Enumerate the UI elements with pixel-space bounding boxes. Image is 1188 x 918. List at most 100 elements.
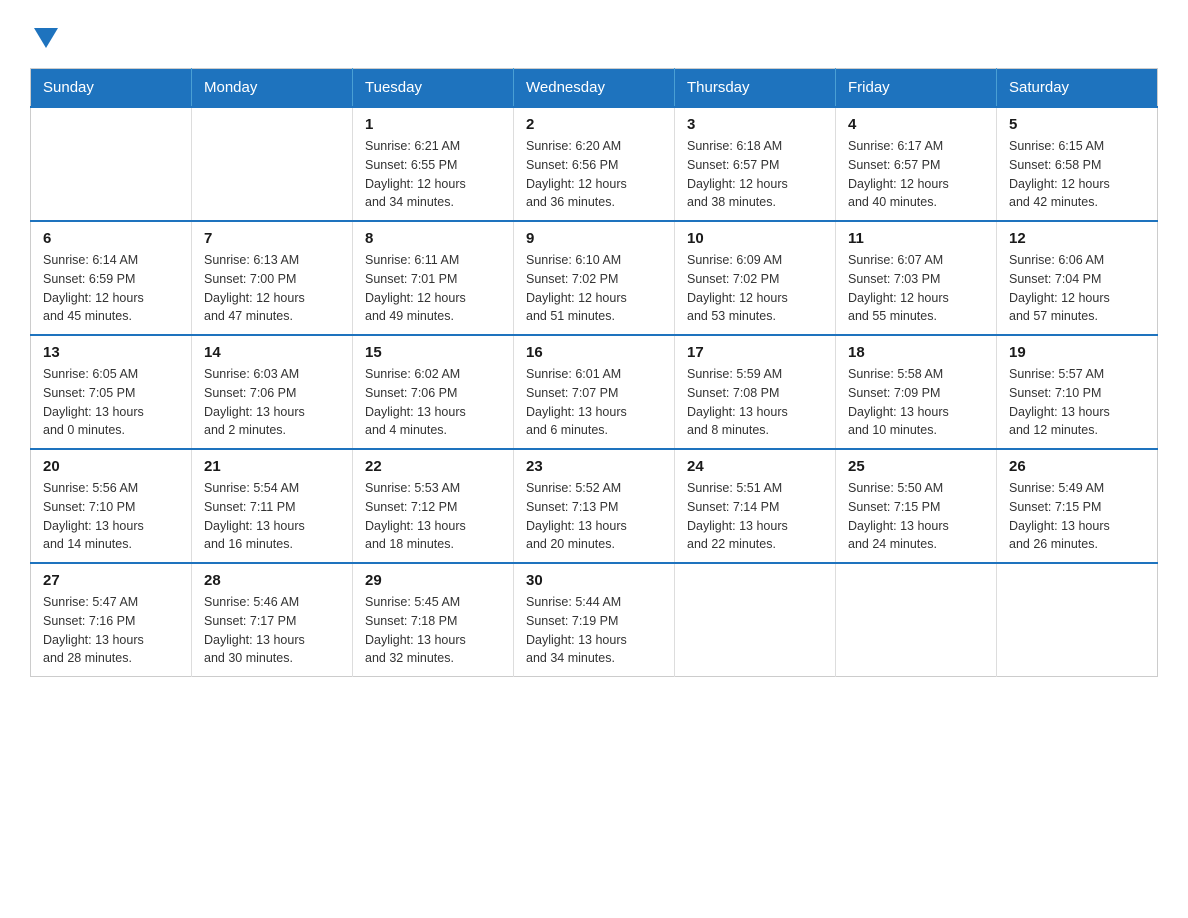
calendar-cell: 14 Sunrise: 6:03 AM Sunset: 7:06 PM Dayli…: [192, 335, 353, 449]
calendar-header-row: SundayMondayTuesdayWednesdayThursdayFrid…: [31, 69, 1158, 108]
calendar-cell: 4 Sunrise: 6:17 AM Sunset: 6:57 PM Daylig…: [836, 107, 997, 221]
calendar-week-row: 13 Sunrise: 6:05 AM Sunset: 7:05 PM Dayli…: [31, 335, 1158, 449]
calendar-cell: 17 Sunrise: 5:59 AM Sunset: 7:08 PM Dayli…: [675, 335, 836, 449]
day-number: 4: [848, 116, 984, 133]
calendar-cell: 7 Sunrise: 6:13 AM Sunset: 7:00 PM Daylig…: [192, 221, 353, 335]
day-number: 2: [526, 116, 662, 133]
calendar-cell: [31, 107, 192, 221]
day-number: 13: [43, 344, 179, 361]
day-info: Sunrise: 6:02 AM Sunset: 7:06 PM Dayligh…: [365, 365, 501, 440]
day-number: 8: [365, 230, 501, 247]
calendar-day-header: Saturday: [997, 69, 1158, 108]
day-info: Sunrise: 6:17 AM Sunset: 6:57 PM Dayligh…: [848, 137, 984, 212]
calendar-cell: 13 Sunrise: 6:05 AM Sunset: 7:05 PM Dayli…: [31, 335, 192, 449]
calendar-table: SundayMondayTuesdayWednesdayThursdayFrid…: [30, 68, 1158, 677]
calendar-cell: 6 Sunrise: 6:14 AM Sunset: 6:59 PM Daylig…: [31, 221, 192, 335]
calendar-cell: [997, 563, 1158, 677]
calendar-cell: 10 Sunrise: 6:09 AM Sunset: 7:02 PM Dayli…: [675, 221, 836, 335]
day-info: Sunrise: 6:18 AM Sunset: 6:57 PM Dayligh…: [687, 137, 823, 212]
calendar-week-row: 6 Sunrise: 6:14 AM Sunset: 6:59 PM Daylig…: [31, 221, 1158, 335]
day-number: 5: [1009, 116, 1145, 133]
day-number: 30: [526, 572, 662, 589]
day-number: 14: [204, 344, 340, 361]
day-number: 23: [526, 458, 662, 475]
calendar-cell: 23 Sunrise: 5:52 AM Sunset: 7:13 PM Dayli…: [514, 449, 675, 563]
calendar-day-header: Wednesday: [514, 69, 675, 108]
calendar-cell: 21Sunrise: 5:54 AM Sunset: 7:11 PM Dayli…: [192, 449, 353, 563]
day-number: 18: [848, 344, 984, 361]
calendar-body: 1 Sunrise: 6:21 AM Sunset: 6:55 PM Daylig…: [31, 107, 1158, 677]
page-header: [30, 20, 1158, 48]
day-info: Sunrise: 5:49 AM Sunset: 7:15 PM Dayligh…: [1009, 479, 1145, 554]
day-info: Sunrise: 6:01 AM Sunset: 7:07 PM Dayligh…: [526, 365, 662, 440]
day-info: Sunrise: 5:51 AM Sunset: 7:14 PM Dayligh…: [687, 479, 823, 554]
day-info: Sunrise: 6:14 AM Sunset: 6:59 PM Dayligh…: [43, 251, 179, 326]
calendar-cell: 30 Sunrise: 5:44 AM Sunset: 7:19 PM Dayli…: [514, 563, 675, 677]
day-number: 28: [204, 572, 340, 589]
day-number: 11: [848, 230, 984, 247]
calendar-cell: 2 Sunrise: 6:20 AM Sunset: 6:56 PM Daylig…: [514, 107, 675, 221]
calendar-cell: 27 Sunrise: 5:47 AM Sunset: 7:16 PM Dayli…: [31, 563, 192, 677]
day-number: 7: [204, 230, 340, 247]
calendar-cell: 25 Sunrise: 5:50 AM Sunset: 7:15 PM Dayli…: [836, 449, 997, 563]
day-number: 24: [687, 458, 823, 475]
calendar-week-row: 27 Sunrise: 5:47 AM Sunset: 7:16 PM Dayli…: [31, 563, 1158, 677]
calendar-day-header: Monday: [192, 69, 353, 108]
calendar-cell: [675, 563, 836, 677]
day-number: 20: [43, 458, 179, 475]
day-info: Sunrise: 5:47 AM Sunset: 7:16 PM Dayligh…: [43, 593, 179, 668]
day-info: Sunrise: 6:06 AM Sunset: 7:04 PM Dayligh…: [1009, 251, 1145, 326]
day-info: Sunrise: 5:46 AM Sunset: 7:17 PM Dayligh…: [204, 593, 340, 668]
day-number: 3: [687, 116, 823, 133]
day-info: Sunrise: 5:56 AM Sunset: 7:10 PM Dayligh…: [43, 479, 179, 554]
day-info: Sunrise: 5:52 AM Sunset: 7:13 PM Dayligh…: [526, 479, 662, 554]
calendar-week-row: 20 Sunrise: 5:56 AM Sunset: 7:10 PM Dayli…: [31, 449, 1158, 563]
logo-triangle-icon: [34, 28, 58, 48]
day-number: 16: [526, 344, 662, 361]
calendar-day-header: Sunday: [31, 69, 192, 108]
day-number: 1: [365, 116, 501, 133]
day-info: Sunrise: 6:11 AM Sunset: 7:01 PM Dayligh…: [365, 251, 501, 326]
calendar-cell: 5 Sunrise: 6:15 AM Sunset: 6:58 PM Daylig…: [997, 107, 1158, 221]
calendar-cell: 29Sunrise: 5:45 AM Sunset: 7:18 PM Dayli…: [353, 563, 514, 677]
calendar-day-header: Friday: [836, 69, 997, 108]
day-number: 17: [687, 344, 823, 361]
day-info: Sunrise: 6:09 AM Sunset: 7:02 PM Dayligh…: [687, 251, 823, 326]
day-info: Sunrise: 6:03 AM Sunset: 7:06 PM Dayligh…: [204, 365, 340, 440]
day-number: 10: [687, 230, 823, 247]
day-number: 9: [526, 230, 662, 247]
calendar-cell: 12Sunrise: 6:06 AM Sunset: 7:04 PM Dayli…: [997, 221, 1158, 335]
day-number: 22: [365, 458, 501, 475]
day-info: Sunrise: 6:10 AM Sunset: 7:02 PM Dayligh…: [526, 251, 662, 326]
calendar-cell: 24 Sunrise: 5:51 AM Sunset: 7:14 PM Dayli…: [675, 449, 836, 563]
day-info: Sunrise: 5:53 AM Sunset: 7:12 PM Dayligh…: [365, 479, 501, 554]
calendar-cell: 1 Sunrise: 6:21 AM Sunset: 6:55 PM Daylig…: [353, 107, 514, 221]
day-number: 27: [43, 572, 179, 589]
day-info: Sunrise: 5:58 AM Sunset: 7:09 PM Dayligh…: [848, 365, 984, 440]
day-info: Sunrise: 5:50 AM Sunset: 7:15 PM Dayligh…: [848, 479, 984, 554]
day-info: Sunrise: 5:57 AM Sunset: 7:10 PM Dayligh…: [1009, 365, 1145, 440]
calendar-cell: 26 Sunrise: 5:49 AM Sunset: 7:15 PM Dayli…: [997, 449, 1158, 563]
calendar-day-header: Thursday: [675, 69, 836, 108]
calendar-cell: 22 Sunrise: 5:53 AM Sunset: 7:12 PM Dayli…: [353, 449, 514, 563]
day-number: 6: [43, 230, 179, 247]
calendar-header: SundayMondayTuesdayWednesdayThursdayFrid…: [31, 69, 1158, 108]
day-info: Sunrise: 5:59 AM Sunset: 7:08 PM Dayligh…: [687, 365, 823, 440]
day-number: 19: [1009, 344, 1145, 361]
day-info: Sunrise: 6:05 AM Sunset: 7:05 PM Dayligh…: [43, 365, 179, 440]
day-number: 15: [365, 344, 501, 361]
day-info: Sunrise: 6:15 AM Sunset: 6:58 PM Dayligh…: [1009, 137, 1145, 212]
calendar-day-header: Tuesday: [353, 69, 514, 108]
day-number: 25: [848, 458, 984, 475]
day-number: 29: [365, 572, 501, 589]
logo: [30, 20, 62, 48]
calendar-cell: 16 Sunrise: 6:01 AM Sunset: 7:07 PM Dayli…: [514, 335, 675, 449]
day-info: Sunrise: 5:44 AM Sunset: 7:19 PM Dayligh…: [526, 593, 662, 668]
day-info: Sunrise: 6:20 AM Sunset: 6:56 PM Dayligh…: [526, 137, 662, 212]
day-info: Sunrise: 6:21 AM Sunset: 6:55 PM Dayligh…: [365, 137, 501, 212]
calendar-cell: 3 Sunrise: 6:18 AM Sunset: 6:57 PM Daylig…: [675, 107, 836, 221]
day-number: 26: [1009, 458, 1145, 475]
calendar-cell: 9 Sunrise: 6:10 AM Sunset: 7:02 PM Daylig…: [514, 221, 675, 335]
calendar-cell: 15 Sunrise: 6:02 AM Sunset: 7:06 PM Dayli…: [353, 335, 514, 449]
day-info: Sunrise: 6:13 AM Sunset: 7:00 PM Dayligh…: [204, 251, 340, 326]
